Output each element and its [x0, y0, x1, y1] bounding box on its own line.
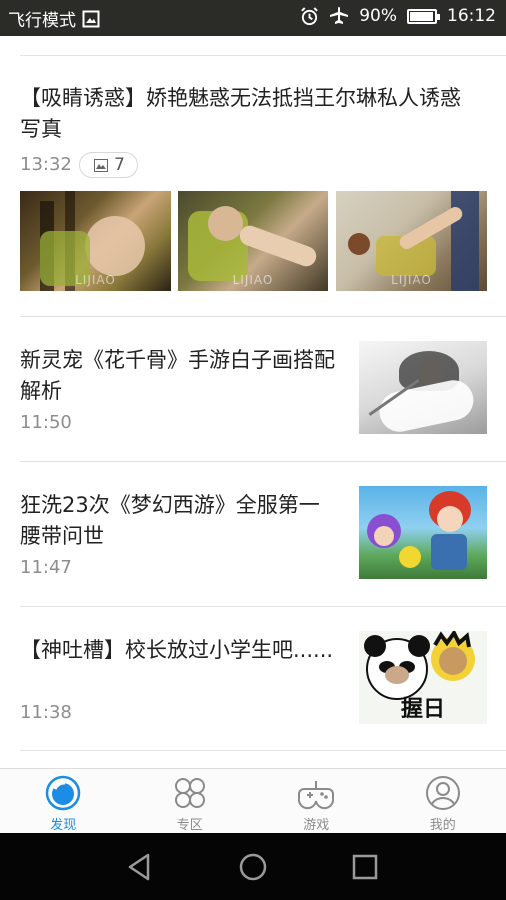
- feed-item-title: 狂洗23次《梦幻西游》全服第一腰带问世: [20, 493, 320, 548]
- divider: [20, 316, 506, 317]
- feed-item-thumbnail[interactable]: [359, 486, 487, 579]
- tab-discover[interactable]: 发现: [0, 769, 127, 833]
- battery-percent: 90%: [359, 6, 397, 26]
- back-icon[interactable]: [124, 851, 156, 883]
- system-nav-bar: [0, 833, 506, 900]
- image-count-badge: 7: [79, 152, 138, 178]
- divider: [20, 606, 506, 607]
- profile-icon: [425, 776, 460, 810]
- alarm-icon: [301, 6, 318, 25]
- discover-icon: [46, 775, 81, 811]
- image-watermark: LIJIAO: [232, 273, 274, 287]
- tab-label: 游戏: [303, 818, 330, 833]
- tab-label: 发现: [50, 818, 77, 833]
- tab-profile[interactable]: 我的: [380, 769, 506, 833]
- news-feed[interactable]: 【吸睛诱惑】娇艳魅惑无法抵挡王尔琳私人诱惑写真 13:32 7 LIJIAO L…: [0, 36, 506, 768]
- zone-icon: [174, 778, 205, 808]
- battery-icon: [407, 8, 440, 24]
- feed-item-time: 11:38: [20, 702, 72, 723]
- tab-label: 专区: [176, 818, 203, 833]
- status-bar: 飞行模式 90% 16:12: [0, 0, 506, 36]
- feed-item-time: 11:47: [20, 557, 72, 578]
- feed-item-title: 【神吐槽】校长放过小学生吧......: [20, 638, 334, 662]
- feed-item-thumbnail[interactable]: [359, 341, 487, 434]
- feed-item-thumbnail[interactable]: 握日: [359, 631, 487, 724]
- clock: 16:12: [447, 6, 496, 26]
- picture-icon: [94, 158, 108, 172]
- divider: [20, 750, 506, 751]
- image-count: 7: [114, 155, 125, 175]
- feed-item-time: 13:32: [20, 154, 72, 175]
- screenshot-icon: [82, 10, 100, 27]
- tab-zone[interactable]: 专区: [127, 769, 254, 833]
- tab-label: 我的: [429, 818, 456, 833]
- feed-item-title: 新灵宠《花千骨》手游白子画搭配解析: [20, 348, 335, 403]
- gamepad-icon: [298, 781, 335, 810]
- airplane-mode-text: 飞行模式: [8, 11, 76, 31]
- airplane-icon: [330, 7, 349, 24]
- tab-games[interactable]: 游戏: [253, 769, 380, 833]
- image-watermark: LIJIAO: [391, 273, 432, 287]
- feed-item-time: 11:50: [20, 412, 72, 433]
- gallery-image-3[interactable]: LIJIAO: [336, 191, 487, 291]
- recents-icon[interactable]: [349, 851, 381, 883]
- feed-item-title: 【吸睛诱惑】娇艳魅惑无法抵挡王尔琳私人诱惑写真: [20, 86, 461, 141]
- divider: [20, 55, 506, 56]
- image-watermark: LIJIAO: [75, 273, 116, 287]
- divider: [20, 461, 506, 462]
- gallery-image-1[interactable]: LIJIAO: [20, 191, 171, 291]
- gallery-image-2[interactable]: LIJIAO: [178, 191, 328, 291]
- home-icon[interactable]: [237, 851, 269, 883]
- thumbnail-caption: 握日: [400, 697, 445, 722]
- bottom-tab-bar: 发现 专区 游戏 我的: [0, 768, 506, 833]
